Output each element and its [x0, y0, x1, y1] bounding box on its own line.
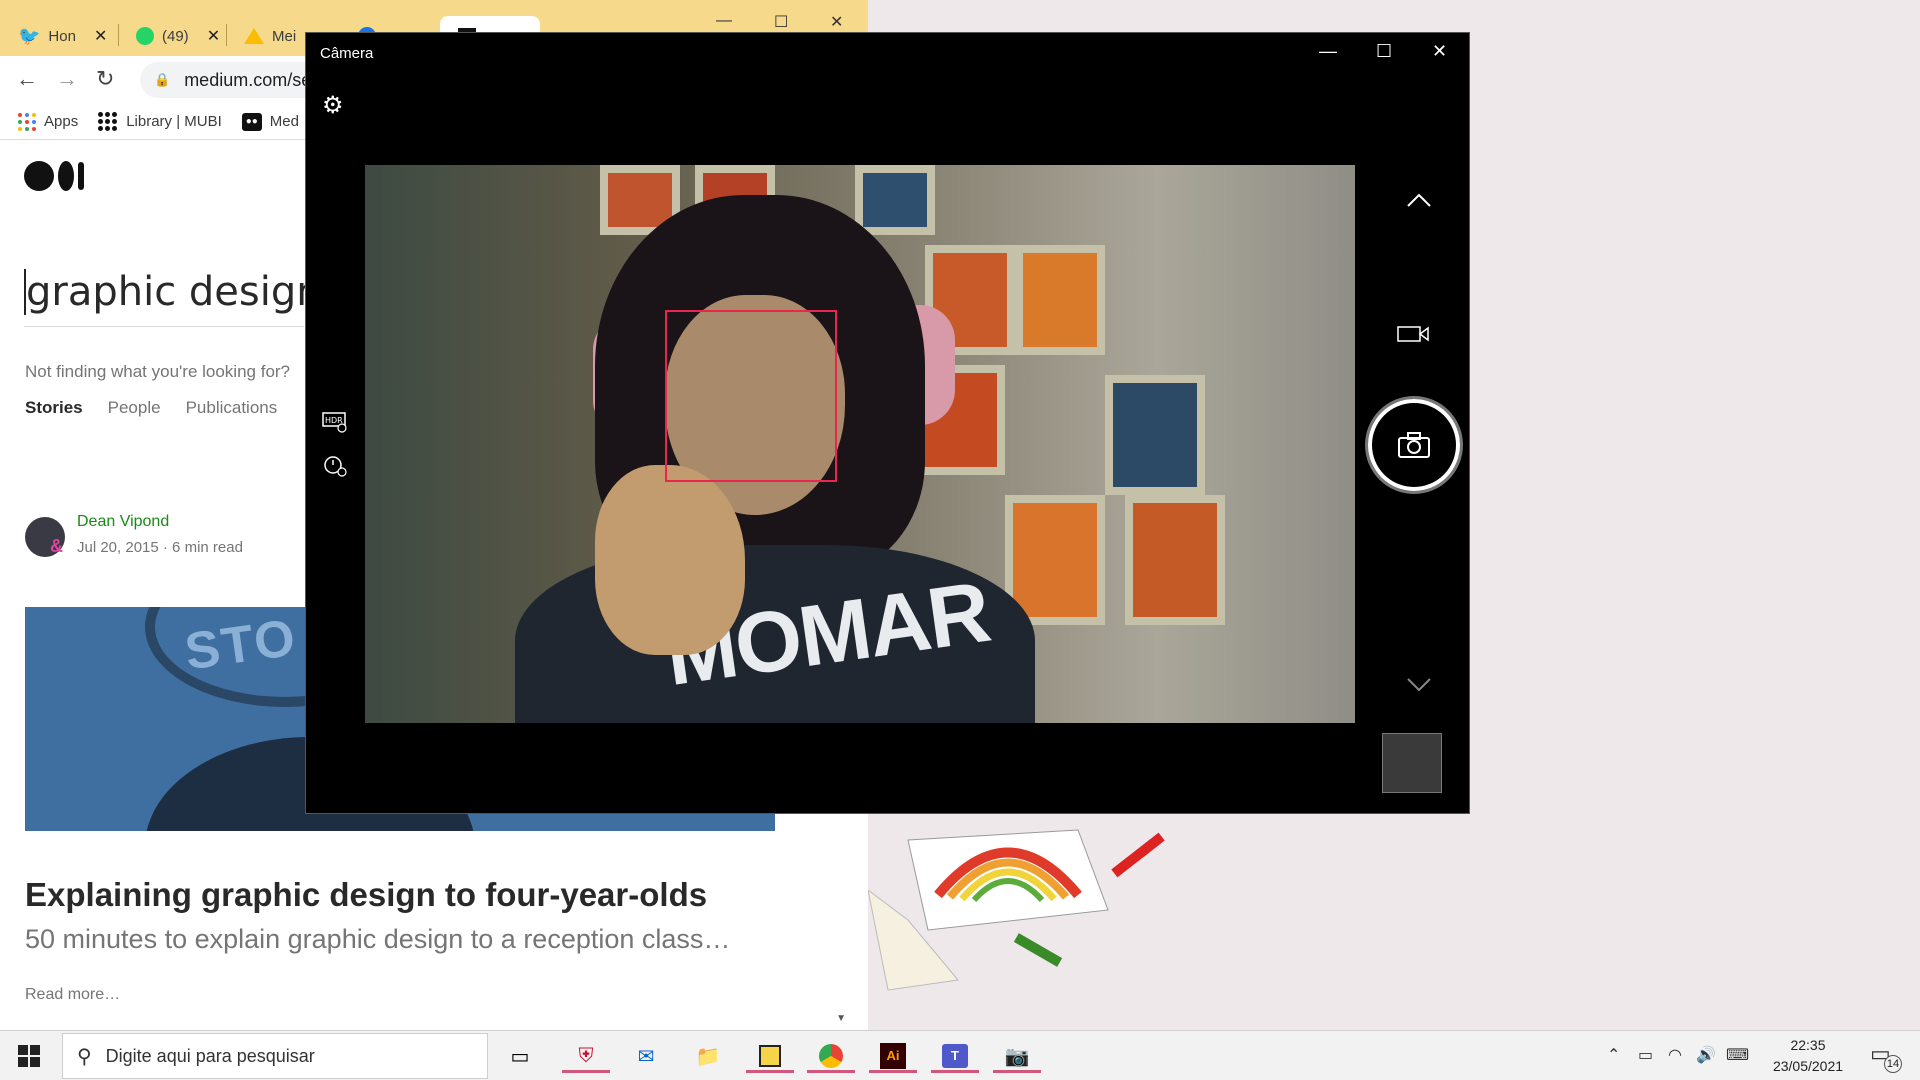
search-input[interactable]: graphic design: [24, 269, 322, 315]
story-title[interactable]: Explaining graphic design to four-year-o…: [25, 876, 707, 914]
url-text: medium.com/se: [184, 69, 312, 90]
wifi-icon[interactable]: ◠: [1668, 1045, 1682, 1065]
antivirus-icon[interactable]: ⛨: [562, 1039, 610, 1073]
chevron-up-icon[interactable]: [1406, 188, 1432, 214]
medium-logo[interactable]: [24, 161, 84, 191]
chrome-icon[interactable]: [807, 1039, 855, 1073]
svg-text:HDR: HDR: [325, 416, 343, 425]
chevron-up-icon[interactable]: ⌃: [1607, 1045, 1620, 1065]
bookmark-apps[interactable]: Apps: [18, 112, 79, 131]
tab-whatsapp[interactable]: (49) ✕: [118, 16, 220, 56]
minimize-icon[interactable]: —: [716, 12, 732, 30]
take-photo-button[interactable]: [1368, 399, 1460, 491]
bookmark-mubi[interactable]: Library | MUBI: [98, 111, 222, 132]
keyboard-icon[interactable]: ⌨: [1726, 1045, 1749, 1065]
back-icon[interactable]: ←: [16, 66, 38, 92]
bookmark-medium[interactable]: ●● Med: [241, 112, 299, 131]
window-title: Câmera: [320, 45, 374, 62]
file-explorer-icon[interactable]: 📁: [690, 1039, 726, 1073]
task-view-icon[interactable]: ▭: [502, 1039, 538, 1073]
forward-icon[interactable]: →: [56, 66, 78, 92]
story-meta: Jul 20, 2015 · 6 min read: [77, 539, 243, 556]
hdr-icon[interactable]: HDR: [322, 411, 348, 438]
medium-icon: ●●: [241, 112, 262, 131]
mail-icon[interactable]: ✉: [628, 1039, 664, 1073]
chevron-down-icon[interactable]: [1406, 673, 1432, 699]
lock-icon: 🔒: [154, 72, 171, 87]
camera-app-icon[interactable]: 📷: [993, 1039, 1041, 1073]
maximize-icon[interactable]: ☐: [1376, 41, 1392, 62]
drive-icon: [244, 28, 264, 44]
maximize-icon[interactable]: ☐: [774, 12, 788, 32]
not-finding-text: Not finding what you're looking for?: [25, 362, 291, 381]
windows-taskbar: ⚲ Digite aqui para pesquisar ▭ ⛨ ✉ 📁 Ai …: [0, 1030, 1920, 1080]
close-icon[interactable]: ✕: [207, 26, 220, 46]
whatsapp-icon: [136, 27, 154, 45]
system-clock[interactable]: 22:35 23/05/2021: [1765, 1035, 1851, 1077]
search-placeholder: Digite aqui para pesquisar: [105, 1045, 315, 1066]
mubi-icon: [98, 111, 118, 132]
windows-start-icon[interactable]: [18, 1045, 40, 1067]
results-tabs: Stories People Publications: [25, 398, 277, 418]
minimize-icon[interactable]: —: [1319, 41, 1337, 62]
tab-drive[interactable]: Mei: [226, 16, 296, 56]
camera-window: Câmera — ☐ ✕ ⚙ HDR MOMAR: [305, 32, 1470, 814]
read-more-link[interactable]: Read more…: [25, 986, 120, 1004]
tab-people[interactable]: People: [108, 398, 161, 418]
author-name[interactable]: Dean Vipond: [77, 513, 169, 531]
last-photo-thumbnail[interactable]: [1382, 733, 1442, 793]
apps-icon: [18, 112, 36, 131]
tab-label: (49): [162, 27, 189, 45]
reload-icon[interactable]: ↻: [96, 66, 114, 92]
tab-label: Mei: [272, 27, 297, 45]
camera-icon: [1398, 432, 1430, 458]
avatar[interactable]: [25, 517, 65, 557]
settings-gear-icon[interactable]: ⚙: [322, 91, 344, 120]
taskbar-search-input[interactable]: ⚲ Digite aqui para pesquisar: [62, 1033, 488, 1079]
bookmark-label: Library | MUBI: [126, 113, 222, 130]
illustrator-icon[interactable]: Ai: [869, 1039, 917, 1073]
clock-time: 22:35: [1790, 1037, 1826, 1053]
notification-count-badge: 14: [1884, 1055, 1902, 1073]
divider: [24, 326, 304, 327]
camera-viewfinder[interactable]: MOMAR: [365, 165, 1355, 723]
close-window-icon[interactable]: ✕: [830, 12, 843, 32]
teams-icon[interactable]: T: [931, 1039, 979, 1073]
story-subtitle[interactable]: 50 minutes to explain graphic design to …: [25, 924, 730, 955]
twitter-icon: 🐦: [18, 25, 41, 46]
close-icon[interactable]: ✕: [1432, 41, 1447, 62]
volume-icon[interactable]: 🔊: [1696, 1045, 1716, 1065]
scroll-down-arrow-icon[interactable]: ▼: [836, 1013, 846, 1024]
bookmark-label: Apps: [44, 113, 79, 130]
face-detection-box: [665, 310, 837, 482]
close-icon[interactable]: ✕: [94, 26, 107, 46]
tab-label: Hon: [48, 27, 76, 45]
sticky-notes-icon[interactable]: [746, 1039, 794, 1073]
video-mode-icon[interactable]: [1396, 323, 1430, 350]
tab-twitter[interactable]: 🐦 Hon ✕: [0, 16, 107, 56]
bookmark-label: Med: [269, 113, 299, 130]
search-icon: ⚲: [77, 1045, 92, 1068]
tab-publications[interactable]: Publications: [186, 398, 278, 418]
tab-stories[interactable]: Stories: [25, 398, 83, 418]
clock-date: 23/05/2021: [1772, 1058, 1844, 1074]
battery-icon[interactable]: ▭: [1638, 1045, 1653, 1065]
desktop-wallpaper-drawing: [868, 829, 1165, 991]
timer-icon[interactable]: [322, 453, 348, 482]
